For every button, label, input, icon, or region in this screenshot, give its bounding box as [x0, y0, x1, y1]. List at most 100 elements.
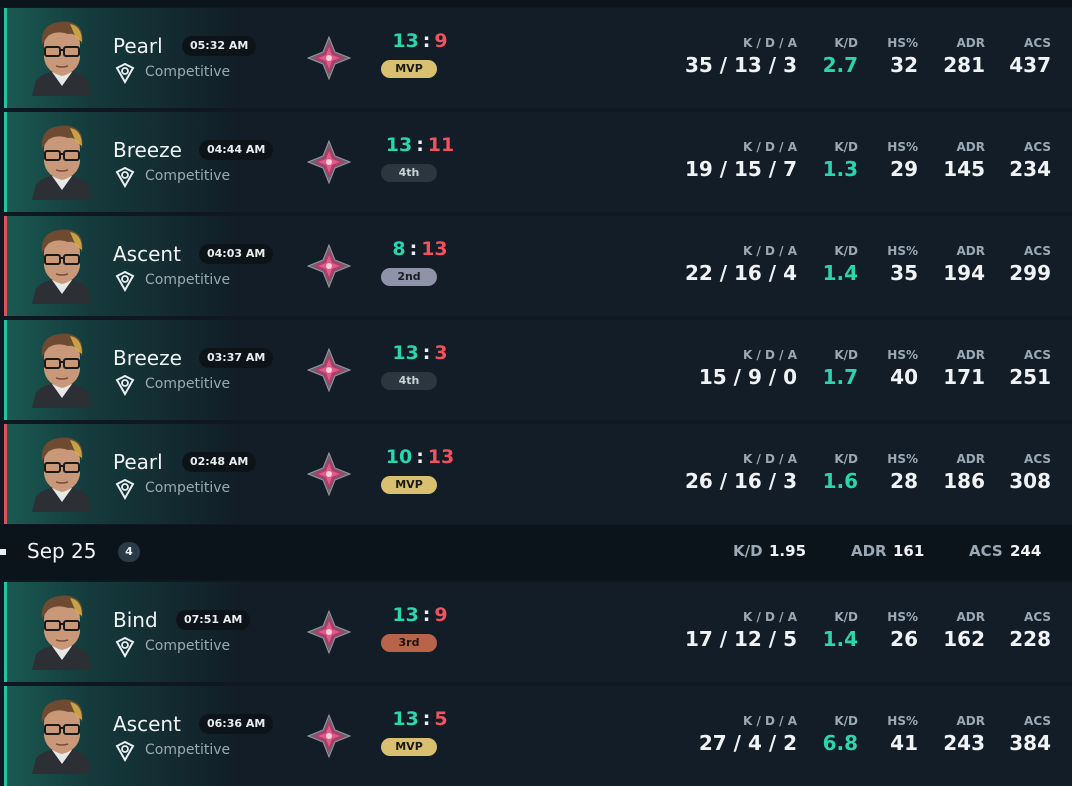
competitive-mode-icon — [115, 478, 135, 500]
mode-label: Competitive — [145, 742, 231, 758]
placement-badge: 4th — [381, 372, 437, 390]
competitive-mode-icon — [115, 166, 135, 188]
score-separator: : — [422, 30, 431, 52]
rank-icon — [306, 713, 352, 759]
stat-value-adr: 171 — [943, 365, 985, 389]
score-separator: : — [422, 604, 431, 626]
map-name: Bind — [113, 608, 158, 632]
match-row[interactable]: Pearl 02:48 AM Competitive 10:13 MVP K / D… — [4, 424, 1072, 524]
mode-label: Competitive — [145, 272, 231, 288]
stat-value-kd: 1.4 — [822, 627, 858, 651]
stat-value-acs: 384 — [1009, 731, 1051, 755]
stat-value-kda: 22 / 16 / 4 — [684, 261, 797, 285]
stat-header-kd: K/D — [834, 452, 858, 466]
stat-header-acs: ACS — [1024, 244, 1051, 258]
stat-value-adr: 162 — [943, 627, 985, 651]
match-score: 8:13 — [370, 238, 470, 260]
score-theirs: 13 — [421, 238, 448, 260]
score-separator: : — [422, 342, 431, 364]
agent-portrait — [32, 699, 92, 774]
stat-header-adr: ADR — [956, 36, 986, 50]
stat-header-kd: K/D — [834, 244, 858, 258]
score-ours: 13 — [392, 342, 419, 364]
stat-header-hs: HS% — [887, 36, 918, 50]
rank-icon — [306, 35, 352, 81]
map-name: Ascent — [113, 712, 181, 736]
match-time: 07:51 AM — [176, 610, 251, 630]
score-theirs: 3 — [434, 342, 448, 364]
match-row[interactable]: Bind 07:51 AM Competitive 13:9 3rd K / D /… — [4, 582, 1072, 682]
match-time: 03:37 AM — [199, 348, 274, 368]
stat-value-hs: 35 — [890, 261, 918, 285]
score-separator: : — [422, 708, 431, 730]
timeline-dot — [0, 549, 6, 555]
placement-badge: MVP — [381, 60, 437, 78]
stat-value-kd: 2.7 — [822, 53, 858, 77]
map-name: Breeze — [113, 138, 182, 162]
stat-header-acs: ACS — [1024, 140, 1051, 154]
score-ours: 13 — [392, 604, 419, 626]
score-separator: : — [416, 134, 424, 156]
score-theirs: 11 — [427, 134, 455, 156]
stat-header-kd: K/D — [834, 610, 858, 624]
day-adr-label: ADR — [851, 542, 887, 560]
match-time: 04:44 AM — [199, 140, 274, 160]
score-theirs: 9 — [434, 30, 448, 52]
score-ours: 13 — [392, 708, 419, 730]
stat-header-kd: K/D — [834, 348, 858, 362]
match-row[interactable]: Breeze 04:44 AM Competitive 13:11 4th K / … — [4, 112, 1072, 212]
match-score: 13:9 — [370, 604, 470, 626]
match-history-list: Sep 25 4 K/D 1.95 ADR 161 ACS 244 Pearl 0… — [0, 0, 1072, 786]
mode-label: Competitive — [145, 638, 231, 654]
match-score: 13:9 — [370, 30, 470, 52]
match-score: 13:11 — [370, 134, 470, 156]
stat-value-kda: 27 / 4 / 2 — [698, 731, 797, 755]
placement-badge: 4th — [381, 164, 437, 182]
match-time: 02:48 AM — [182, 452, 257, 472]
map-name: Pearl — [113, 34, 163, 58]
stat-header-kda: K / D / A — [742, 452, 797, 466]
stat-value-adr: 145 — [943, 157, 985, 181]
agent-portrait — [32, 333, 92, 408]
stat-header-kda: K / D / A — [742, 244, 797, 258]
top-divider — [0, 0, 1072, 7]
stat-header-hs: HS% — [887, 452, 918, 466]
competitive-mode-icon — [115, 270, 135, 292]
day-acs-label: ACS — [969, 542, 1003, 560]
match-time: 05:32 AM — [182, 36, 257, 56]
match-row[interactable]: Breeze 03:37 AM Competitive 13:3 4th K / D… — [4, 320, 1072, 420]
stat-header-acs: ACS — [1024, 452, 1051, 466]
stat-header-hs: HS% — [887, 244, 918, 258]
stat-value-acs: 228 — [1009, 627, 1051, 651]
stat-value-hs: 40 — [890, 365, 918, 389]
competitive-mode-icon — [115, 636, 135, 658]
agent-portrait — [32, 229, 92, 304]
stat-value-kd: 1.3 — [822, 157, 858, 181]
stat-value-adr: 186 — [943, 469, 985, 493]
mode-label: Competitive — [145, 480, 231, 496]
stat-header-adr: ADR — [956, 610, 986, 624]
competitive-mode-icon — [115, 374, 135, 396]
match-score: 10:13 — [370, 446, 470, 468]
stat-header-kd: K/D — [834, 140, 858, 154]
stat-header-hs: HS% — [887, 140, 918, 154]
map-name: Pearl — [113, 450, 163, 474]
stat-value-kda: 26 / 16 / 3 — [684, 469, 797, 493]
stat-header-adr: ADR — [956, 244, 986, 258]
stat-value-hs: 41 — [890, 731, 918, 755]
score-ours: 8 — [392, 238, 406, 260]
score-ours: 13 — [392, 30, 419, 52]
match-time: 04:03 AM — [199, 244, 274, 264]
day-kd-value: 1.95 — [769, 542, 807, 560]
match-row[interactable]: Ascent 06:36 AM Competitive 13:5 MVP K / D… — [4, 686, 1072, 786]
mode-label: Competitive — [145, 64, 231, 80]
placement-badge: 2nd — [381, 268, 437, 286]
day-adr-value: 161 — [893, 542, 925, 560]
rank-icon — [306, 139, 352, 185]
match-row[interactable]: Ascent 04:03 AM Competitive 8:13 2nd K / D… — [4, 216, 1072, 316]
stat-value-kda: 19 / 15 / 7 — [684, 157, 797, 181]
stat-value-kd: 1.4 — [822, 261, 858, 285]
stat-header-kd: K/D — [834, 714, 858, 728]
match-row[interactable]: Pearl 05:32 AM Competitive 13:9 MVP K / D … — [4, 8, 1072, 108]
stat-value-adr: 194 — [943, 261, 985, 285]
